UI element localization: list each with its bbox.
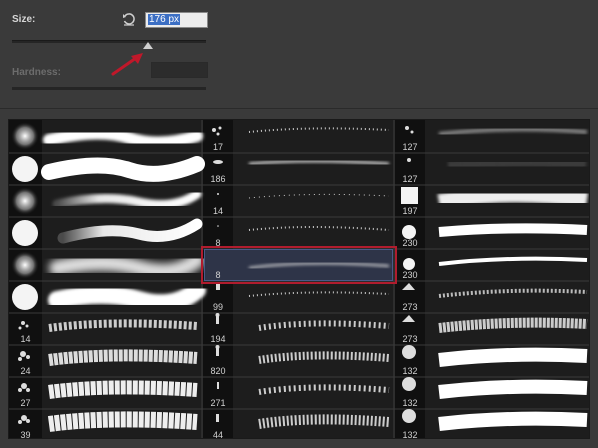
brush-size-label: 14 — [212, 206, 223, 216]
reset-size-icon[interactable] — [122, 12, 136, 26]
brush-size-label: 8 — [215, 270, 221, 280]
brush-size-label: 132 — [402, 398, 418, 408]
brush-size-label: 194 — [210, 334, 226, 344]
brush-size-label: 132 — [402, 430, 418, 439]
brush-size-label: 99 — [212, 302, 223, 312]
brush-preset-grid: 14 24 27 39 17 186 14 8 8 99 194 820 271… — [8, 119, 590, 439]
brush-size-label: 8 — [215, 238, 221, 248]
brush-size-label: 273 — [402, 334, 418, 344]
panel-divider — [0, 108, 598, 109]
brush-size-label: 271 — [210, 398, 226, 408]
size-field[interactable]: 176 px — [145, 12, 208, 28]
hardness-field — [151, 62, 208, 78]
brush-size-label: 186 — [210, 174, 226, 184]
brush-size-label: 230 — [402, 238, 418, 248]
brush-options-panel: Size: 176 px Hardness: — [0, 0, 598, 108]
size-slider-thumb[interactable] — [143, 42, 153, 49]
brush-size-label: 127 — [402, 174, 418, 184]
brush-size-label: 39 — [20, 430, 31, 439]
brush-size-label: 24 — [20, 366, 31, 376]
brush-size-label: 14 — [20, 334, 31, 344]
brush-size-label: 820 — [210, 366, 226, 376]
brush-size-label: 27 — [20, 398, 31, 408]
hardness-slider-track — [12, 87, 206, 90]
brush-size-label: 44 — [212, 430, 223, 439]
size-label: Size: — [12, 14, 36, 25]
hardness-label: Hardness: — [12, 67, 61, 78]
size-slider-track[interactable] — [12, 40, 206, 43]
brush-size-label: 17 — [212, 142, 223, 152]
red-arrow-annotation — [111, 53, 143, 76]
brush-size-label: 230 — [402, 270, 418, 280]
brush-size-label: 273 — [402, 302, 418, 312]
brush-size-label: 127 — [402, 142, 418, 152]
brush-size-label: 197 — [402, 206, 418, 216]
brush-size-label: 132 — [402, 366, 418, 376]
size-value: 176 px — [148, 14, 181, 25]
